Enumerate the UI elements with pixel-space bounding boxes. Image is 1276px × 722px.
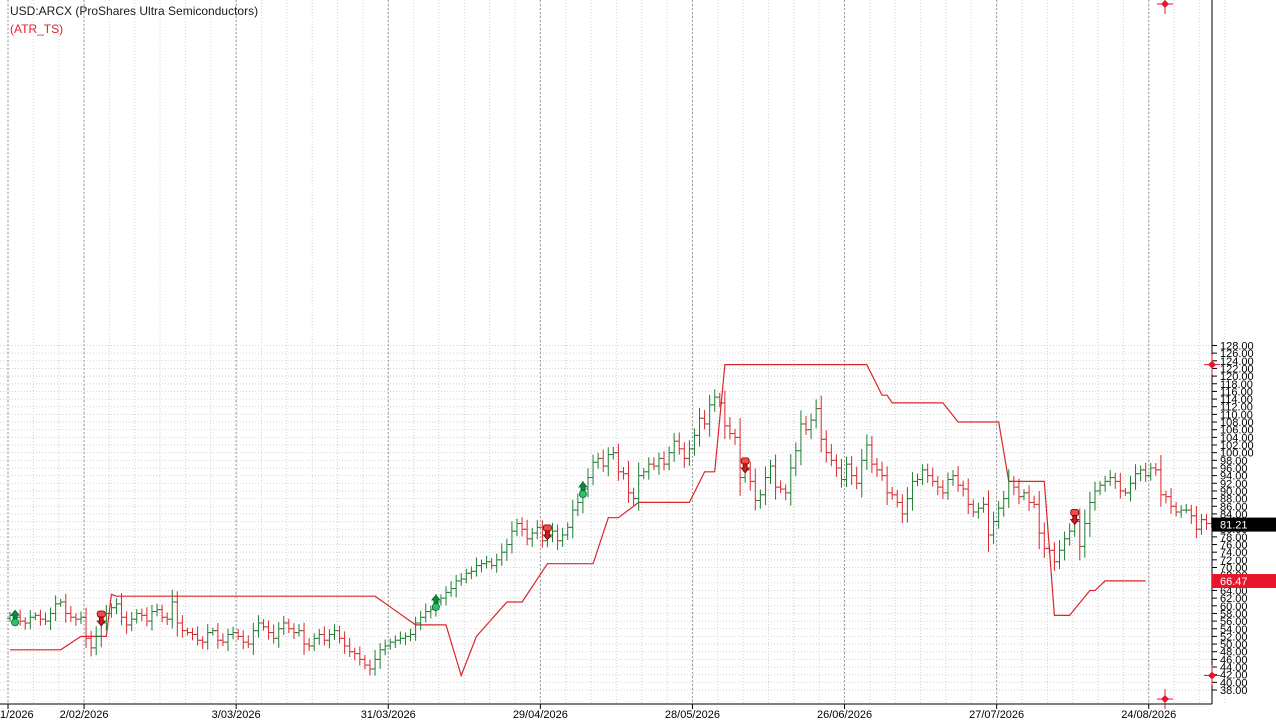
x-tick-label: 1/2026 [0,709,34,721]
x-tick-label: 26/06/2026 [817,709,872,721]
chart-title: USD:ARCX (ProShares Ultra Semiconductors… [10,4,259,18]
x-tick-label: 3/03/2026 [212,709,261,721]
sell-signal-box [740,457,750,465]
sell-signal-box [96,610,106,618]
indicator-label: (ATR_TS) [10,22,64,36]
buy-signal-dot [578,490,587,499]
x-tick-label: 31/03/2026 [361,709,416,721]
x-tick-label: 27/07/2026 [969,709,1024,721]
stop-price-label: 66.47 [1212,574,1276,589]
y-tick-label: 128.00 [1220,340,1254,352]
buy-signal-dot [431,602,440,611]
price-chart[interactable]: 38.0040.0042.0044.0046.0048.0050.0052.00… [0,0,1276,722]
last-price-text: 81.21 [1220,520,1248,532]
buy-signal-dot [11,618,20,627]
x-tick-label: 28/05/2026 [665,709,720,721]
stop-price-text: 66.47 [1220,576,1248,588]
sell-signal-box [1070,509,1080,516]
x-tick-label: 24/08/2026 [1121,709,1176,721]
x-tick-label: 2/02/2026 [60,709,109,721]
sell-signal-box [543,524,552,532]
x-tick-label: 29/04/2026 [513,709,568,721]
time-axis[interactable]: 1/2026 2/02/2026 3/03/2026 31/03/2026 29/04/… [0,703,1212,721]
price-axis[interactable]: 38.0040.0042.0044.0046.0048.0050.0052.00… [1211,0,1254,704]
last-price-label: 81.21 [1212,517,1276,532]
